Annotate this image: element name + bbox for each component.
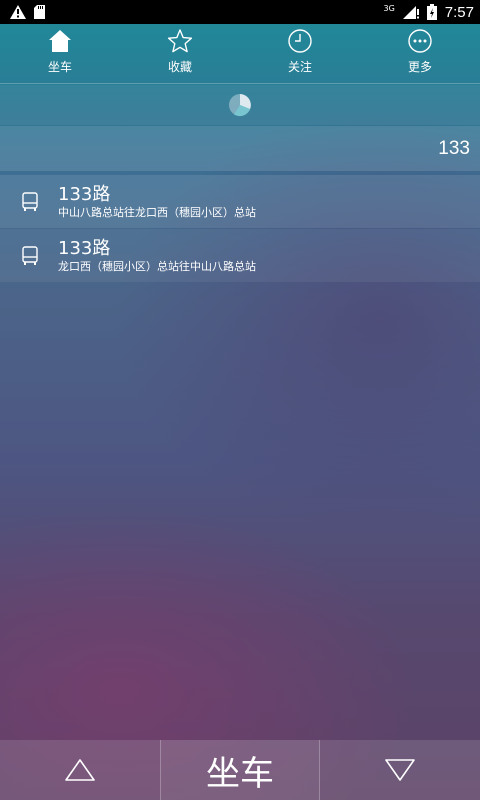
tab-follow[interactable]: 关注 (240, 24, 360, 83)
tab-ride[interactable]: 坐车 (0, 24, 120, 83)
more-icon (408, 29, 432, 53)
route-name: 133路 (58, 237, 111, 259)
tab-label: 坐车 (47, 60, 72, 74)
bus-icon (22, 245, 38, 265)
network-type: 3G (383, 4, 395, 13)
route-desc: 龙口西（穗园小区）总站往中山八路总站 (58, 259, 256, 273)
route-text: 133路 中山八路总站往龙口西（穗园小区）总站 (58, 184, 256, 220)
battery-icon (426, 4, 437, 20)
loading-spinner-icon (229, 94, 251, 117)
list-item[interactable]: 133路 龙口西（穗园小区）总站往中山八路总站 (0, 229, 480, 282)
route-list: 133路 中山八路总站往龙口西（穗园小区）总站 133路 龙口西（穗园小区）总站… (0, 175, 480, 283)
bottom-bar: 坐车 (0, 740, 480, 800)
status-right: 3G 7:57 (384, 4, 475, 21)
home-icon (49, 30, 71, 52)
star-icon (167, 29, 193, 53)
route-name: 133路 (58, 183, 111, 205)
previous-button[interactable] (0, 740, 160, 800)
tab-more[interactable]: 更多 (360, 24, 480, 83)
status-left (10, 5, 45, 19)
clock: 7:57 (444, 3, 474, 21)
triangle-up-icon (65, 759, 95, 781)
search-row[interactable]: 133 (0, 126, 480, 171)
loading-row (0, 85, 480, 125)
warning-icon (10, 5, 26, 19)
next-button[interactable] (320, 740, 480, 800)
signal-icon (402, 6, 419, 19)
status-bar: 3G 7:57 (0, 0, 480, 24)
tab-label: 更多 (407, 60, 432, 74)
tab-favorites[interactable]: 收藏 (120, 24, 240, 83)
clock-icon (288, 29, 312, 53)
tab-label: 收藏 (167, 60, 192, 74)
sd-card-icon (34, 5, 45, 19)
triangle-down-icon (385, 759, 415, 781)
route-text: 133路 龙口西（穗园小区）总站往中山八路总站 (58, 238, 256, 274)
list-item[interactable]: 133路 中山八路总站往龙口西（穗园小区）总站 (0, 175, 480, 228)
search-input[interactable]: 133 (438, 138, 470, 160)
bus-icon (22, 191, 38, 211)
tab-bar: 坐车 收藏 关注 更多 (0, 24, 480, 84)
route-desc: 中山八路总站往龙口西（穗园小区）总站 (58, 205, 256, 219)
tab-label: 关注 (287, 60, 312, 74)
ride-button[interactable]: 坐车 (160, 740, 320, 800)
